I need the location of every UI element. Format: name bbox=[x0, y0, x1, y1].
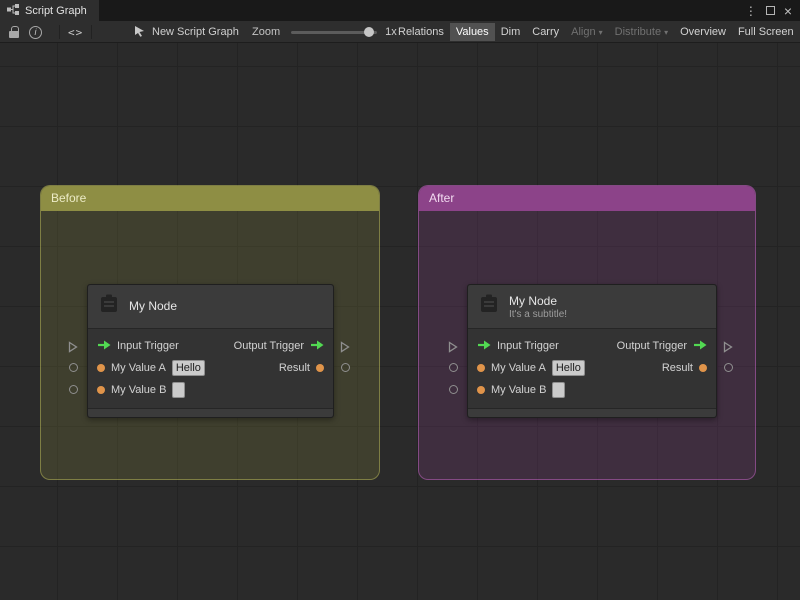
result-port[interactable] bbox=[316, 364, 324, 372]
value-a-port[interactable] bbox=[477, 364, 485, 372]
fullscreen-button[interactable]: Full Screen bbox=[732, 23, 800, 41]
external-input-trigger-port[interactable] bbox=[68, 340, 78, 358]
graph-name-label: New Script Graph bbox=[152, 26, 239, 38]
script-graph-window: Script Graph ⋮ × i <> New Script Graph Z… bbox=[0, 0, 800, 600]
zoom-control: Zoom 1x bbox=[252, 21, 397, 42]
external-result-port[interactable] bbox=[724, 363, 733, 372]
external-value-a-port[interactable] bbox=[69, 363, 78, 372]
group-title[interactable]: After bbox=[419, 186, 755, 211]
graph-toolbar: i <> New Script Graph Zoom 1x Relations … bbox=[0, 21, 800, 43]
toolbar-left: i <> bbox=[6, 21, 100, 42]
toolbar-divider bbox=[59, 25, 60, 39]
node-my-node[interactable]: My Node Input Trigger Output Trigger My … bbox=[87, 284, 334, 418]
group-title[interactable]: Before bbox=[41, 186, 379, 211]
node-body: Input Trigger Output Trigger My Value A … bbox=[468, 329, 716, 401]
value-b-label: My Value B bbox=[491, 384, 547, 396]
unit-icon bbox=[98, 293, 120, 320]
chevron-down-icon: ▾ bbox=[664, 28, 669, 37]
external-value-a-port[interactable] bbox=[449, 363, 458, 372]
info-icon[interactable]: i bbox=[29, 25, 42, 39]
dim-button[interactable]: Dim bbox=[495, 23, 527, 41]
tab-bar: Script Graph ⋮ × bbox=[0, 0, 800, 21]
value-b-field[interactable] bbox=[552, 382, 566, 398]
value-a-label: My Value A bbox=[491, 362, 546, 374]
carry-button[interactable]: Carry bbox=[526, 23, 565, 41]
code-view-icon[interactable]: <> bbox=[68, 26, 83, 39]
node-subtitle: It's a subtitle! bbox=[509, 308, 568, 320]
value-b-port[interactable] bbox=[477, 386, 485, 394]
external-value-b-port[interactable] bbox=[449, 385, 458, 394]
values-button[interactable]: Values bbox=[449, 23, 495, 41]
pointer-icon bbox=[134, 25, 145, 40]
input-trigger-label: Input Trigger bbox=[117, 340, 179, 352]
node-header[interactable]: My Node It's a subtitle! bbox=[468, 285, 716, 329]
distribute-button[interactable]: Distribute ▾ bbox=[609, 23, 674, 41]
node-title: My Node bbox=[509, 293, 558, 308]
node-titles: My Node It's a subtitle! bbox=[509, 294, 567, 320]
script-graph-icon bbox=[7, 3, 19, 18]
input-trigger-port[interactable] bbox=[97, 337, 111, 355]
overview-button[interactable]: Overview bbox=[674, 23, 732, 41]
align-button[interactable]: Align ▾ bbox=[565, 23, 608, 41]
chevron-down-icon: ▾ bbox=[598, 28, 603, 37]
zoom-slider[interactable] bbox=[291, 26, 378, 37]
port-row: Input Trigger Output Trigger bbox=[88, 335, 333, 357]
node-my-node[interactable]: My Node It's a subtitle! Input Trigger O… bbox=[467, 284, 717, 418]
value-b-field[interactable] bbox=[172, 382, 186, 398]
port-row: My Value B bbox=[88, 379, 333, 401]
node-title: My Node bbox=[129, 299, 178, 313]
output-trigger-port[interactable] bbox=[693, 337, 707, 355]
graph-breadcrumb[interactable]: New Script Graph bbox=[134, 21, 239, 42]
value-a-field[interactable]: Hello bbox=[171, 360, 205, 376]
external-input-trigger-port[interactable] bbox=[448, 340, 458, 358]
relations-button[interactable]: Relations bbox=[392, 23, 450, 41]
input-trigger-port[interactable] bbox=[477, 337, 491, 355]
node-footer bbox=[468, 408, 716, 417]
output-trigger-label: Output Trigger bbox=[233, 340, 304, 352]
close-icon[interactable]: × bbox=[784, 4, 792, 18]
toolbar-divider bbox=[91, 25, 93, 39]
value-b-label: My Value B bbox=[111, 384, 167, 396]
external-result-port[interactable] bbox=[341, 363, 350, 372]
zoom-label: Zoom bbox=[252, 26, 281, 38]
result-port[interactable] bbox=[699, 364, 707, 372]
tab-script-graph[interactable]: Script Graph bbox=[0, 0, 99, 21]
external-value-b-port[interactable] bbox=[69, 385, 78, 394]
menu-icon[interactable]: ⋮ bbox=[745, 5, 757, 17]
value-a-field[interactable]: Hello bbox=[551, 360, 585, 376]
port-row: Input Trigger Output Trigger bbox=[468, 335, 716, 357]
port-row: My Value B bbox=[468, 379, 716, 401]
unit-icon bbox=[478, 293, 500, 320]
input-trigger-label: Input Trigger bbox=[497, 340, 559, 352]
port-row: My Value A Hello Result bbox=[88, 357, 333, 379]
external-output-trigger-port[interactable] bbox=[723, 340, 733, 358]
toolbar-buttons: Relations Values Dim Carry Align ▾ Distri… bbox=[392, 21, 800, 42]
maximize-icon[interactable] bbox=[765, 6, 775, 15]
graph-canvas[interactable]: Before My Node Input Trigger Output Trig… bbox=[0, 43, 800, 600]
result-label: Result bbox=[661, 362, 693, 374]
output-trigger-port[interactable] bbox=[310, 337, 324, 355]
lock-icon[interactable] bbox=[9, 26, 19, 38]
window-controls: ⋮ × bbox=[745, 0, 800, 21]
output-trigger-label: Output Trigger bbox=[616, 340, 687, 352]
result-label: Result bbox=[278, 362, 310, 374]
node-footer bbox=[88, 408, 333, 417]
external-output-trigger-port[interactable] bbox=[340, 340, 350, 358]
value-b-port[interactable] bbox=[97, 386, 105, 394]
group-before[interactable]: Before My Node Input Trigger Output Trig… bbox=[40, 185, 380, 480]
group-after[interactable]: After My Node It's a subtitle! Input Tri… bbox=[418, 185, 756, 480]
node-titles: My Node bbox=[129, 299, 177, 314]
tab-title: Script Graph bbox=[25, 4, 87, 17]
value-a-label: My Value A bbox=[111, 362, 166, 374]
port-row: My Value A Hello Result bbox=[468, 357, 716, 379]
node-body: Input Trigger Output Trigger My Value A … bbox=[88, 329, 333, 401]
value-a-port[interactable] bbox=[97, 364, 105, 372]
zoom-slider-handle[interactable] bbox=[364, 26, 375, 37]
node-header[interactable]: My Node bbox=[88, 285, 333, 329]
